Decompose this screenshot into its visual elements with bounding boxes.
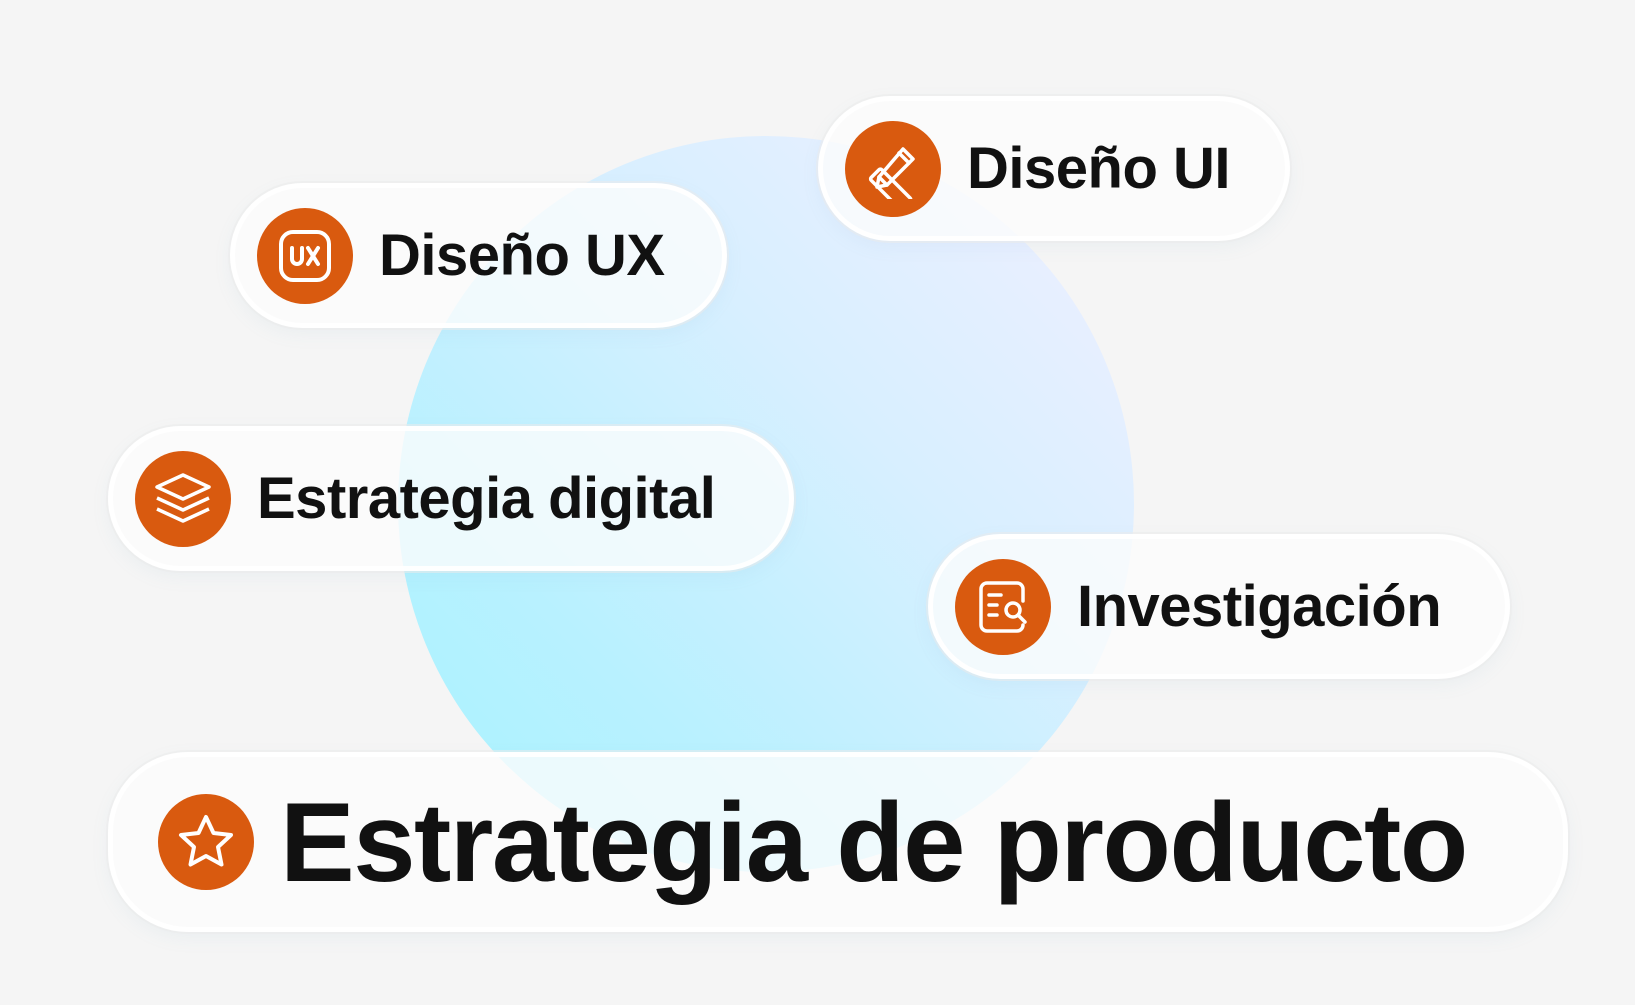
main-tag-estrategia-de-producto: Estrategia de producto xyxy=(108,752,1568,932)
tag-estrategia-digital: Estrategia digital xyxy=(108,426,794,571)
document-search-icon xyxy=(955,558,1051,655)
ux-icon xyxy=(257,207,353,304)
tag-label: Estrategia digital xyxy=(257,466,716,531)
layers-icon xyxy=(135,450,231,547)
star-icon xyxy=(158,794,254,890)
tag-label: Diseño UX xyxy=(379,223,665,288)
pencil-ruler-icon xyxy=(845,120,941,217)
tag-diseno-ui: Diseño UI xyxy=(818,96,1290,241)
main-title: Estrategia de producto xyxy=(280,779,1468,905)
tag-diseno-ux: Diseño UX xyxy=(230,183,727,328)
tag-label: Diseño UI xyxy=(967,136,1231,201)
tag-label: Investigación xyxy=(1077,574,1442,639)
tag-investigacion: Investigación xyxy=(928,534,1510,679)
